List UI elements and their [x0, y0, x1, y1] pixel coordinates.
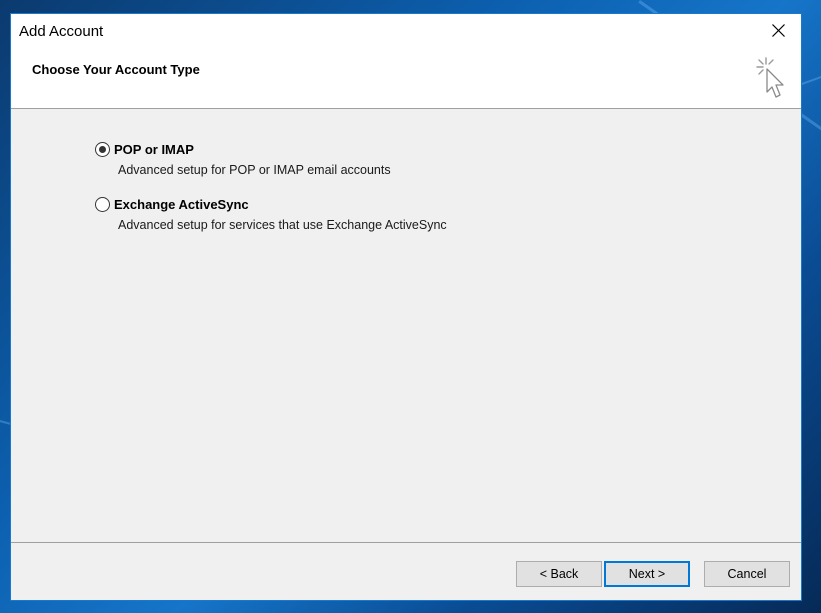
back-button[interactable]: < Back: [516, 561, 602, 587]
account-type-options: POP or IMAP Advanced setup for POP or IM…: [95, 142, 447, 252]
title-bar: Add Account: [11, 14, 801, 52]
option-pop-imap: POP or IMAP Advanced setup for POP or IM…: [95, 142, 447, 197]
radio-button-selected[interactable]: [95, 142, 110, 157]
option-description: Advanced setup for services that use Exc…: [118, 218, 447, 232]
add-account-dialog: Add Account Choose Your Account Type POP…: [10, 13, 802, 601]
option-description: Advanced setup for POP or IMAP email acc…: [118, 163, 391, 177]
window-title: Add Account: [19, 23, 104, 40]
page-title: Choose Your Account Type: [32, 62, 200, 77]
option-exchange-activesync: Exchange ActiveSync Advanced setup for s…: [95, 197, 447, 252]
radio-exchange-activesync[interactable]: Exchange ActiveSync: [95, 197, 447, 212]
cursor-click-icon: [756, 57, 784, 98]
close-icon: [772, 24, 785, 37]
cancel-button[interactable]: Cancel: [704, 561, 790, 587]
footer-divider: [11, 542, 801, 543]
close-button[interactable]: [757, 14, 801, 48]
next-button[interactable]: Next >: [604, 561, 690, 587]
wizard-header: Choose Your Account Type: [11, 52, 801, 109]
option-label[interactable]: Exchange ActiveSync: [114, 197, 249, 212]
radio-button-unselected[interactable]: [95, 197, 110, 212]
radio-pop-imap[interactable]: POP or IMAP: [95, 142, 447, 157]
option-label[interactable]: POP or IMAP: [114, 142, 194, 157]
